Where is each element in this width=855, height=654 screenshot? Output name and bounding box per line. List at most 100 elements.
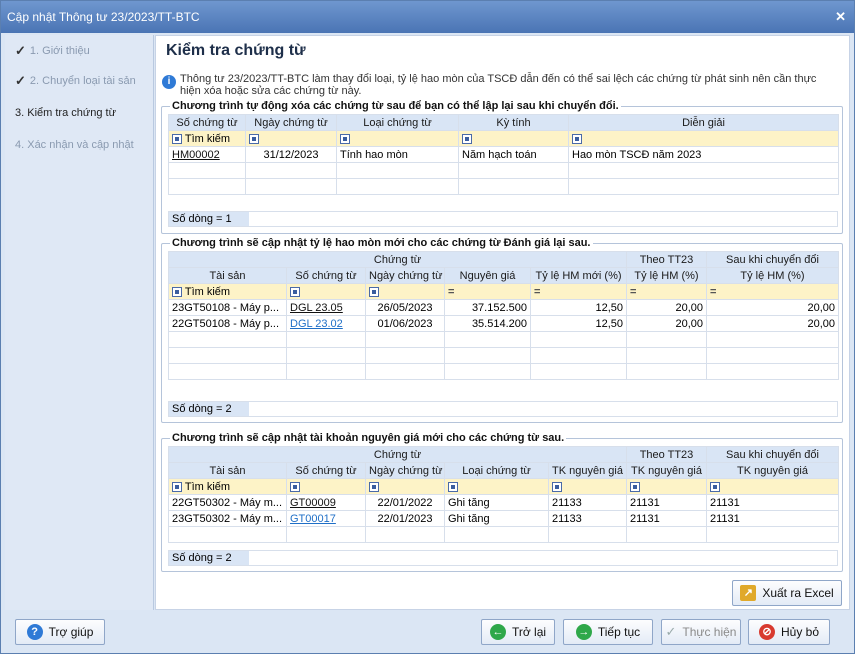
- step-convert-asset-type[interactable]: ✓ 2. Chuyển loại tài sản: [15, 73, 136, 89]
- filter-label: Tìm kiếm: [184, 285, 231, 298]
- depreciation-rate-table: Chứng từ Theo TT23 Sau khi chuyển đổi Tà…: [168, 251, 839, 380]
- column-header[interactable]: Tỷ lệ HM (%): [626, 267, 707, 284]
- filter-cell[interactable]: [286, 478, 366, 495]
- column-header[interactable]: TK nguyên giá: [626, 462, 707, 479]
- excel-export-icon: ↗: [740, 585, 757, 601]
- filter-cell[interactable]: [365, 478, 445, 495]
- step-intro[interactable]: ✓ 1. Giới thiệu: [15, 43, 90, 59]
- help-button[interactable]: ? Trợ giúp: [15, 619, 105, 645]
- filter-cell[interactable]: [444, 478, 549, 495]
- filter-cell[interactable]: [245, 130, 337, 147]
- filter-icon[interactable]: [369, 286, 379, 297]
- filter-cell[interactable]: =: [706, 283, 839, 300]
- filter-icon[interactable]: [369, 481, 379, 492]
- table-cell: Năm hạch toán: [458, 146, 569, 163]
- voucher-link[interactable]: GT00017: [290, 513, 336, 525]
- step-label: 4. Xác nhận và cập nhật: [15, 139, 134, 151]
- column-header[interactable]: Kỳ tính: [458, 114, 569, 131]
- filter-cell[interactable]: [458, 130, 569, 147]
- filter-cell[interactable]: [706, 478, 839, 495]
- filter-cell[interactable]: [568, 130, 839, 147]
- empty-row: [168, 526, 839, 543]
- check-icon: ✓: [15, 43, 26, 58]
- table-cell: 21133: [548, 494, 627, 511]
- filter-icon[interactable]: [290, 286, 300, 297]
- next-button[interactable]: → Tiếp tục: [563, 619, 653, 645]
- equals-icon[interactable]: =: [630, 286, 636, 298]
- delete-vouchers-table: Số chứng từ Ngày chứng từ Loại chứng từ …: [168, 114, 839, 195]
- row-count: Số dòng = 2: [169, 402, 249, 416]
- filter-icon[interactable]: [710, 481, 720, 492]
- column-header[interactable]: Số chứng từ: [286, 462, 366, 479]
- filter-cell[interactable]: [548, 478, 627, 495]
- voucher-link[interactable]: HM00002: [172, 149, 220, 161]
- filter-icon[interactable]: [290, 481, 300, 492]
- equals-icon[interactable]: =: [448, 286, 454, 298]
- filter-icon[interactable]: [172, 481, 182, 492]
- column-header[interactable]: Loại chứng từ: [336, 114, 459, 131]
- filter-cell[interactable]: =: [530, 283, 627, 300]
- column-header[interactable]: Tỷ lệ HM (%): [706, 267, 839, 284]
- cancel-button[interactable]: ⊘ Hủy bỏ: [748, 619, 830, 645]
- arrow-left-icon: ←: [489, 624, 506, 640]
- filter-cell[interactable]: Tìm kiếm: [168, 478, 287, 495]
- column-header[interactable]: Diễn giải: [568, 114, 839, 131]
- back-button[interactable]: ← Trở lại: [481, 619, 555, 645]
- filter-cell[interactable]: =: [626, 283, 707, 300]
- column-header[interactable]: Tài sản: [168, 267, 287, 284]
- voucher-link[interactable]: GT00009: [290, 497, 336, 509]
- column-header[interactable]: Nguyên giá: [444, 267, 531, 284]
- export-excel-button[interactable]: ↗ Xuất ra Excel: [732, 580, 842, 606]
- column-header[interactable]: Tài sản: [168, 462, 287, 479]
- filter-icon[interactable]: [462, 133, 472, 144]
- filter-icon[interactable]: [340, 133, 350, 144]
- equals-icon[interactable]: =: [710, 286, 716, 298]
- filter-icon[interactable]: [572, 133, 582, 144]
- asset-account-group: Chương trình sẽ cập nhật tài khoản nguyê…: [161, 432, 843, 572]
- voucher-link[interactable]: DGL 23.05: [290, 302, 343, 314]
- filter-icon[interactable]: [172, 133, 182, 144]
- filter-cell[interactable]: Tìm kiếm: [168, 130, 246, 147]
- table-row[interactable]: 23GT50302 - Máy m... GT00017 22/01/2023 …: [168, 510, 839, 527]
- button-label: Hủy bỏ: [780, 625, 820, 639]
- filter-icon[interactable]: [172, 286, 182, 297]
- filter-cell[interactable]: [336, 130, 459, 147]
- info-icon: i: [162, 75, 176, 89]
- table-row[interactable]: 22GT50108 - Máy p... DGL 23.02 01/06/202…: [168, 315, 839, 332]
- filter-cell[interactable]: [286, 283, 366, 300]
- filter-icon[interactable]: [249, 133, 259, 144]
- filter-cell[interactable]: =: [444, 283, 531, 300]
- table-row[interactable]: HM00002 31/12/2023 Tính hao mòn Năm hạch…: [168, 146, 839, 163]
- column-header[interactable]: TK nguyên giá: [548, 462, 627, 479]
- column-header[interactable]: Tỷ lệ HM mới (%): [530, 267, 627, 284]
- filter-label: Tìm kiếm: [184, 480, 231, 493]
- page-title: Kiểm tra chứng từ: [166, 42, 306, 59]
- column-header[interactable]: TK nguyên giá: [706, 462, 839, 479]
- group-title: Chương trình sẽ cập nhật tài khoản nguyê…: [170, 432, 567, 444]
- column-header[interactable]: Số chứng từ: [168, 114, 246, 131]
- column-header[interactable]: Ngày chứng từ: [245, 114, 337, 131]
- column-header[interactable]: Ngày chứng từ: [365, 462, 445, 479]
- filter-cell[interactable]: Tìm kiếm: [168, 283, 287, 300]
- table-cell: 20,00: [706, 315, 839, 332]
- column-header[interactable]: Số chứng từ: [286, 267, 366, 284]
- filter-cell[interactable]: [626, 478, 707, 495]
- filter-cell[interactable]: [365, 283, 445, 300]
- table-row[interactable]: 23GT50108 - Máy p... DGL 23.05 26/05/202…: [168, 299, 839, 316]
- filter-icon[interactable]: [630, 481, 640, 492]
- column-header[interactable]: Loại chứng từ: [444, 462, 549, 479]
- step-check-vouchers[interactable]: 3. Kiểm tra chứng từ: [15, 107, 116, 119]
- execute-button[interactable]: ✓ Thực hiện: [661, 619, 741, 645]
- filter-icon[interactable]: [448, 481, 458, 492]
- table-cell: 22/01/2022: [365, 494, 445, 511]
- close-icon[interactable]: ✕: [835, 9, 846, 25]
- cancel-icon: ⊘: [758, 624, 775, 640]
- depreciation-rate-group: Chương trình sẽ cập nhật tỷ lệ hao mòn m…: [161, 237, 843, 423]
- voucher-link[interactable]: DGL 23.02: [290, 318, 343, 330]
- step-confirm-update[interactable]: 4. Xác nhận và cập nhật: [15, 139, 134, 151]
- filter-icon[interactable]: [552, 481, 562, 492]
- group-header: Chứng từ: [168, 251, 627, 268]
- equals-icon[interactable]: =: [534, 286, 540, 298]
- table-row[interactable]: 22GT50302 - Máy m... GT00009 22/01/2022 …: [168, 494, 839, 511]
- column-header[interactable]: Ngày chứng từ: [365, 267, 445, 284]
